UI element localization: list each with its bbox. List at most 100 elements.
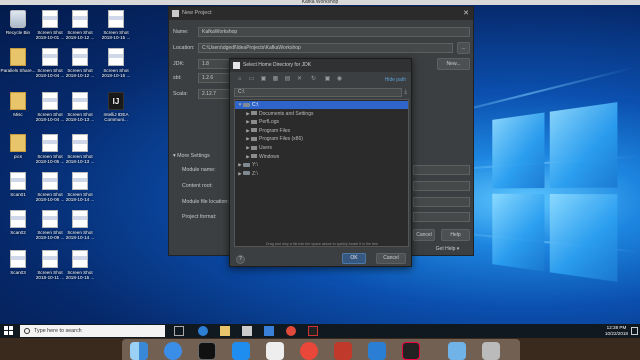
scala-label: Scala: [173,91,188,97]
more-settings-toggle[interactable]: ▾ More Settings [173,153,210,159]
new-folder-icon[interactable]: ▤ [284,76,291,83]
desktop-icon-12[interactable]: pics [0,134,36,159]
project-format-select[interactable] [413,212,470,222]
mail-icon[interactable] [264,326,274,336]
app-store-icon[interactable] [232,342,250,360]
parallels-icon[interactable] [334,342,352,360]
desktop-icon-8[interactable]: Misc [0,92,36,117]
tree-node[interactable]: ▶ PerfLogs [235,118,408,126]
trash-icon[interactable] [482,342,500,360]
name-label: Name: [173,29,189,35]
intellij-dock-icon[interactable] [402,342,420,360]
thumb-icon [72,250,88,268]
tree-node[interactable]: ▶ Documents and Settings [235,110,408,118]
windows-taskbar: Type here to search 12:38 PM 10/22/2018 [0,324,640,338]
chrome-icon[interactable] [286,326,296,336]
edge-icon[interactable] [198,326,208,336]
task-view-icon[interactable] [174,326,184,336]
jdk-select[interactable]: 1.8 [198,59,230,69]
project-name-field[interactable]: KafkaWorkshop [198,27,470,37]
desktop-icon-2[interactable]: Screen Shot 2018-10-12 ... [62,10,98,40]
tree-node[interactable]: ▶ Program Files (x86) [235,135,408,143]
tree-node[interactable]: ▶ Users [235,144,408,152]
folder-icon [251,111,257,116]
file-explorer-icon[interactable] [220,326,230,336]
desktop-icon-0[interactable]: Recycle Bin [0,10,36,35]
taskbar-search-box[interactable]: Type here to search [20,325,165,337]
chrome-dock-icon[interactable] [300,342,318,360]
notifications-icon[interactable] [631,327,638,335]
desktop-icon-17[interactable]: Screen Shot 2018-10-14 ... [62,172,98,202]
tree-node[interactable]: ▶ Windows [235,153,408,161]
finder-icon[interactable] [130,342,148,360]
project-location-field[interactable]: C:\Users\dgedl\IdeaProjects\KafkaWorksho… [198,43,453,53]
desktop-icon-label: Screen Shot 2018-10-15 ... [101,30,131,40]
jdk-new-button[interactable]: New... [437,58,470,70]
system-clock[interactable]: 12:38 PM 10/22/2018 [605,325,628,337]
tree-node[interactable]: ▶ Program Files [235,127,408,135]
desktop-icon-11[interactable]: IJ IntelliJ IDEA Communi... [98,92,134,122]
desktop-icon-label: pics [13,154,23,159]
desktop-icon-20[interactable]: Screen Shot 2018-10-14 ... [62,210,98,240]
collapse-icon[interactable]: ▣ [324,76,331,83]
windows-vm-icon[interactable] [368,342,386,360]
bin-icon [10,10,26,28]
tree-node-label: Users [259,145,273,151]
module-name-field[interactable] [413,165,470,175]
downloads-folder-icon[interactable] [448,342,466,360]
module-file-location-field[interactable] [413,197,470,207]
start-button[interactable] [4,326,14,336]
show-hidden-icon[interactable]: ◉ [336,76,343,83]
content-root-field[interactable] [413,181,470,191]
jdk-help-button[interactable]: ? [236,255,245,264]
close-icon[interactable]: ✕ [463,7,469,20]
thumb-icon [72,10,88,28]
drive-icon [243,162,250,167]
desktop-icon-4[interactable]: Parallels Share... [0,48,36,73]
delete-icon[interactable]: ✕ [296,76,303,83]
more-settings-label: More Settings [177,153,210,159]
desktop-icon[interactable]: ▭ [248,76,255,83]
get-help-link[interactable]: Get Help ▾ [425,244,470,256]
refresh-icon[interactable]: ↻ [310,76,317,83]
terminal-icon[interactable] [198,342,216,360]
safari-icon[interactable] [164,342,182,360]
desktop-icon-3[interactable]: Screen Shot 2018-10-15 ... [98,10,134,40]
new-project-help-button[interactable]: Help [441,229,470,241]
hide-path-link[interactable]: Hide path [385,77,406,83]
desktop-icon-6[interactable]: Screen Shot 2018-10-12 ... [62,48,98,78]
desktop-icon-21[interactable]: Scan03 [0,250,36,275]
store-icon[interactable] [242,326,252,336]
module-icon[interactable]: ▦ [272,76,279,83]
desktop-icon-23[interactable]: Screen Shot 2018-10-15 ... [62,250,98,280]
desktop-icon-label: Screen Shot 2018-10-15 ... [101,68,131,78]
facetime-icon[interactable] [266,342,284,360]
desktop-icon-label: Screen Shot 2018-10-15 ... [65,270,95,280]
download-icon[interactable]: ⤓ [404,89,407,96]
sbt-version-select[interactable]: 1.2.6 [198,73,230,83]
ok-button[interactable]: OK [342,253,366,264]
cancel-button[interactable]: Cancel [376,253,406,264]
scala-version-select[interactable]: 2.12.7 [198,89,230,99]
tree-node[interactable]: ▶ Y:\ [235,161,408,169]
tree-node-label: Program Files [259,127,291,134]
desktop-icon-14[interactable]: Screen Shot 2018-10-13 ... [62,134,98,164]
intellij-taskbar-icon[interactable] [308,326,318,336]
search-icon [24,328,30,334]
jdk-dialog-title: Select Home Directory for JDK [243,62,312,68]
home-icon[interactable]: ⌂ [236,76,243,83]
drive-icon [243,102,250,107]
tree-node[interactable]: ▶ Z:\ [235,170,408,178]
desktop-icon-15[interactable]: Scan01 [0,172,36,197]
directory-tree[interactable]: ▼ C:\ ▶ Documents and Settings ▶ PerfLogs ▶ Pro… [234,99,409,247]
desktop-icon-label: Screen Shot 2018-10-12 ... [65,30,95,40]
desktop-icon-7[interactable]: Screen Shot 2018-10-15 ... [98,48,134,78]
browse-location-button[interactable]: ... [457,42,470,54]
project-icon[interactable]: ▣ [260,76,267,83]
path-input[interactable]: C:\ [234,88,402,97]
content-root-label: Content root: [182,183,213,189]
desktop-icon-18[interactable]: Scan02 [0,210,36,235]
tree-node[interactable]: ▼ C:\ [235,101,408,109]
new-project-cancel-button[interactable]: Cancel [413,229,435,241]
desktop-icon-10[interactable]: Screen Shot 2018-10-13 ... [62,92,98,122]
